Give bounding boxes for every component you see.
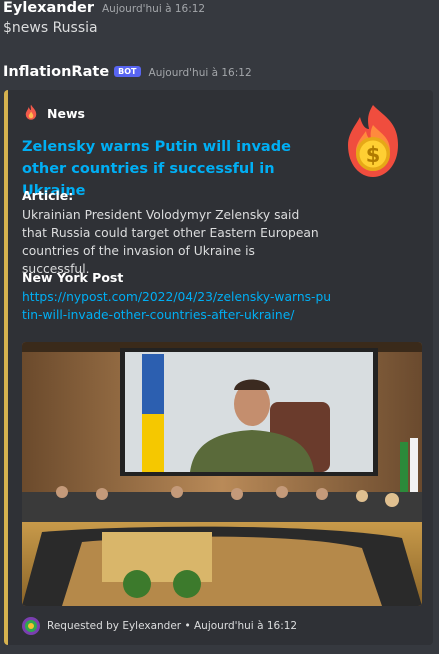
embed-footer: Requested by Eylexander • Aujourd'hui à … — [22, 617, 297, 635]
field-source-link[interactable]: https://nypost.com/2022/04/23/zelensky-w… — [22, 288, 332, 324]
svg-text:$: $ — [366, 143, 381, 167]
requester-avatar[interactable] — [22, 617, 40, 635]
fire-dollar-coin-icon: $ — [348, 105, 398, 177]
message-header: Eylexander Aujourd'hui à 16:12 — [3, 0, 435, 16]
embed-thumbnail[interactable]: $ — [338, 103, 408, 183]
message-header: InflationRate BOT Aujourd'hui à 16:12 — [3, 64, 435, 80]
embed-author-name: News — [47, 105, 85, 121]
news-embed: News Zelensky warns Putin will invade ot… — [4, 90, 433, 645]
bot-badge: BOT — [114, 66, 141, 77]
message-content: $news Russia — [3, 20, 98, 36]
field-article-value: Ukrainian President Volodymyr Zelensky s… — [22, 208, 319, 276]
conference-photo — [22, 342, 422, 606]
author-name[interactable]: InflationRate — [3, 64, 109, 80]
message-eylexander: Eylexander Aujourd'hui à 16:12 $news Rus… — [3, 0, 435, 36]
message-timestamp: Aujourd'hui à 16:12 — [148, 67, 252, 79]
embed-author: News — [22, 104, 85, 122]
field-source-name: New York Post — [22, 270, 124, 285]
message-inflationrate: InflationRate BOT Aujourd'hui à 16:12 — [3, 64, 435, 80]
fire-icon — [25, 104, 37, 120]
footer-text: Requested by Eylexander • Aujourd'hui à … — [47, 620, 298, 632]
embed-image[interactable] — [22, 342, 422, 606]
field-article-name: Article: — [22, 188, 74, 203]
author-name[interactable]: Eylexander — [3, 0, 94, 16]
message-timestamp: Aujourd'hui à 16:12 — [102, 3, 206, 15]
